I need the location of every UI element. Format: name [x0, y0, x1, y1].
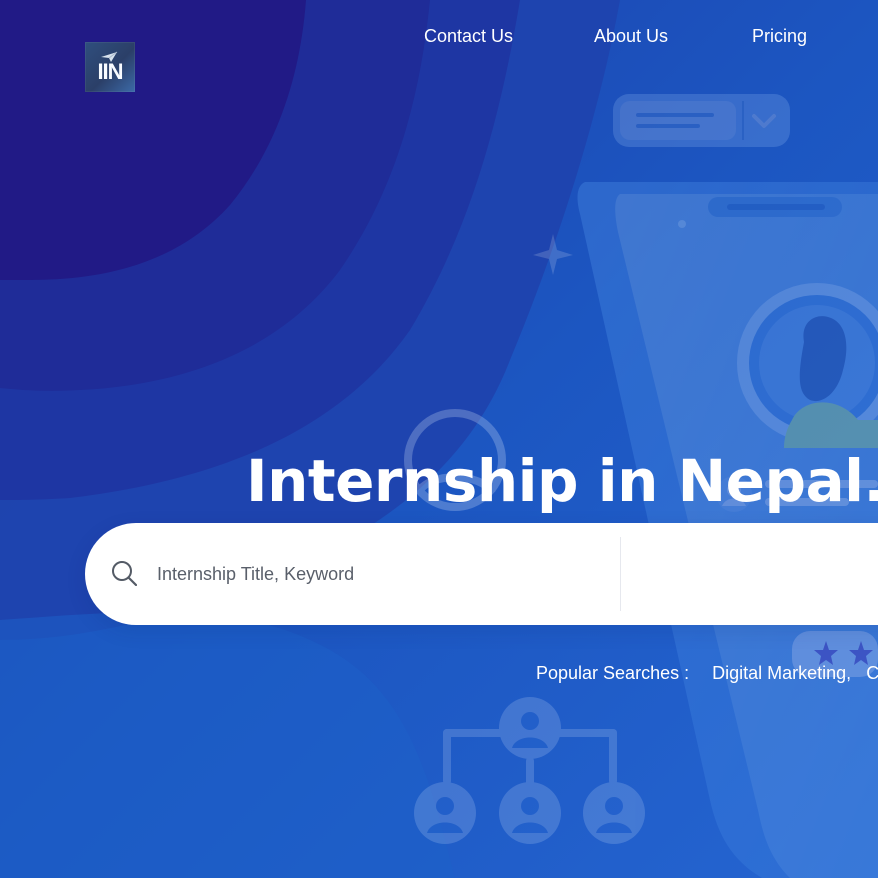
hero-title: Internship in Nepal. W	[246, 446, 878, 515]
background-illustration	[0, 0, 878, 878]
dropdown-illustration	[613, 94, 790, 147]
nav-about-us-link[interactable]: About Us	[594, 24, 668, 48]
popular-searches: Popular Searches : Digital Marketing, Co	[536, 661, 878, 685]
internship-search-bar	[85, 523, 878, 625]
landing-page: IIN Contact Us About Us Pricing Internsh…	[0, 0, 878, 878]
popular-search-digital-marketing[interactable]: Digital Marketing,	[712, 661, 851, 685]
site-logo[interactable]: IIN	[85, 42, 135, 92]
search-icon	[112, 561, 137, 586]
internship-keyword-input[interactable]	[157, 555, 607, 593]
nav-contact-us-link[interactable]: Contact Us	[424, 24, 513, 48]
popular-searches-label: Popular Searches :	[536, 663, 690, 683]
top-navigation: Contact Us About Us Pricing	[0, 24, 878, 48]
nav-pricing-link[interactable]: Pricing	[752, 24, 807, 48]
paper-plane-icon	[101, 51, 118, 62]
logo-text: IIN	[97, 58, 123, 84]
secondary-search-field[interactable]	[621, 523, 878, 625]
popular-search-partial[interactable]: Co	[866, 661, 878, 685]
